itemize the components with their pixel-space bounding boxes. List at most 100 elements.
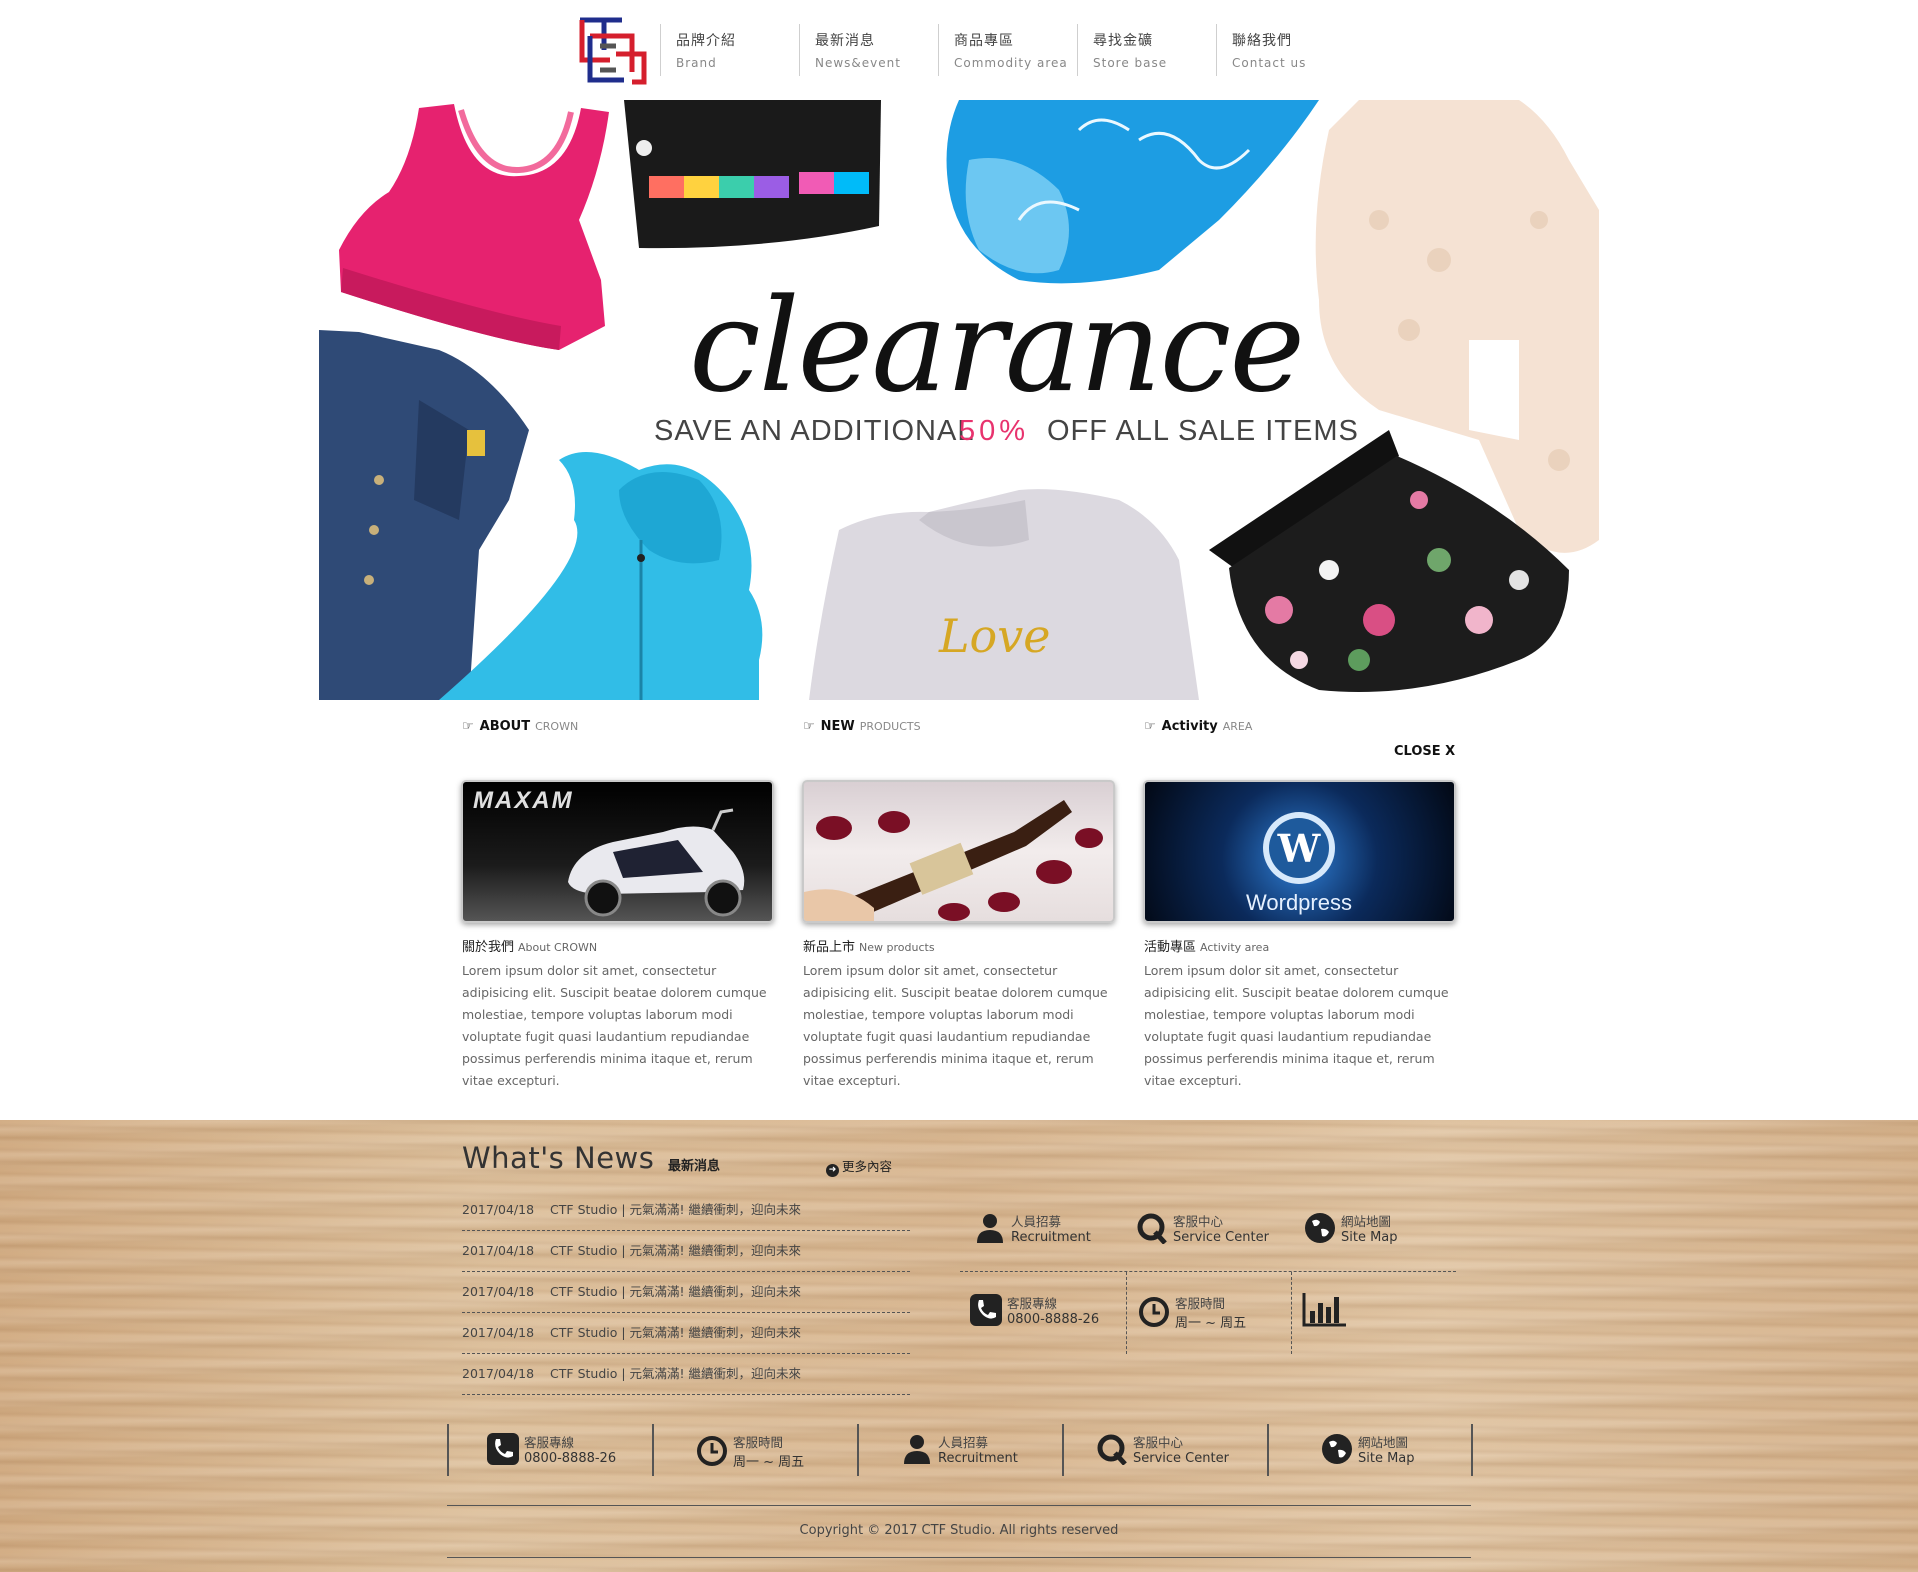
wordpress-caption: Wordpress: [1246, 890, 1352, 915]
card-title-en: About CROWN: [518, 941, 598, 954]
q-icon: [1097, 1434, 1127, 1465]
main-nav: 品牌介紹 Brand 最新消息 News&event 商品專區 Commodit…: [660, 24, 1355, 76]
footer-rule: [447, 1505, 1471, 1506]
grid-divider: [1126, 1272, 1127, 1354]
strip-divider: [1471, 1424, 1473, 1476]
more-news-link[interactable]: ➜ 更多內容: [826, 1156, 892, 1177]
wordpress-logo-icon: W: [1263, 812, 1335, 884]
service-label-zh: 網站地圖: [1358, 1435, 1409, 1450]
service-label-en: Service Center: [1173, 1230, 1269, 1245]
globe-icon: [1305, 1213, 1335, 1243]
svg-text:W: W: [1277, 826, 1322, 871]
column-head-sub: CROWN: [535, 719, 579, 733]
column-new-header[interactable]: ☞ NEW PRODUCTS: [803, 716, 1116, 736]
pink-bra-image: [339, 104, 609, 350]
sweatshirt-love-text: Love: [938, 609, 1050, 663]
about-thumbnail[interactable]: MAXAM: [461, 780, 774, 923]
nav-label-zh: 品牌介紹: [676, 33, 736, 49]
news-text: CTF Studio | 元氣滿滿! 繼續衝刺，迎向未來: [550, 1202, 802, 1217]
news-item[interactable]: 2017/04/18 CTF Studio | 元氣滿滿! 繼續衝刺，迎向未來: [462, 1231, 910, 1272]
card-title-new[interactable]: 新品上市 New products: [803, 936, 935, 955]
service-label-en: 0800-8888-26: [1007, 1312, 1100, 1327]
arrow-right-icon: ➜: [826, 1164, 839, 1177]
maxam-logo-text: MAXAM: [473, 787, 574, 814]
card-title-about[interactable]: 關於我們 About CROWN: [462, 936, 597, 955]
site-header: 品牌介紹 Brand 最新消息 News&event 商品專區 Commodit…: [0, 0, 1918, 100]
news-item[interactable]: 2017/04/18 CTF Studio | 元氣滿滿! 繼續衝刺，迎向未來: [462, 1272, 910, 1313]
news-item[interactable]: 2017/04/18 CTF Studio | 元氣滿滿! 繼續衝刺，迎向未來: [462, 1354, 910, 1395]
service-label-en: Site Map: [1358, 1451, 1415, 1466]
card-text-activity: Lorem ipsum dolor sit amet, consectetur …: [1144, 963, 1449, 1088]
strip-hours[interactable]: 客服時間周一 ~ 周五: [652, 1424, 857, 1476]
strip-sitemap[interactable]: 網站地圖 Site Map: [1267, 1424, 1471, 1476]
sale-text-prefix: SAVE AN ADDITIONAL: [654, 415, 974, 447]
strip-recruitment[interactable]: 人員招募 Recruitment: [857, 1424, 1062, 1476]
nav-label-en: News&event: [815, 56, 901, 70]
activity-thumbnail[interactable]: W Wordpress: [1143, 780, 1456, 923]
person-icon: [977, 1214, 1003, 1243]
news-item[interactable]: 2017/04/18 CTF Studio | 元氣滿滿! 繼續衝刺，迎向未來: [462, 1190, 910, 1231]
card-text-new: Lorem ipsum dolor sit amet, consectetur …: [803, 963, 1108, 1088]
card-title-zh: 新品上市: [803, 940, 856, 955]
nav-label-en: Contact us: [1232, 56, 1307, 70]
nav-item-brand[interactable]: 品牌介紹 Brand: [660, 24, 799, 76]
pointing-hand-icon: ☞: [803, 718, 815, 734]
service-recruitment[interactable]: 人員招募 Recruitment: [974, 1211, 1091, 1245]
clearance-script: clearance: [689, 272, 1303, 421]
service-label-en: 周一 ~ 周五: [733, 1455, 805, 1470]
pointing-hand-icon: ☞: [462, 718, 474, 734]
service-label-zh: 客服時間: [733, 1435, 784, 1450]
blue-dress-image: [946, 100, 1319, 284]
card-title-activity[interactable]: 活動專區 Activity area: [1144, 936, 1269, 955]
service-sitemap[interactable]: 網站地圖 Site Map: [1304, 1211, 1398, 1245]
phone-icon: [970, 1294, 1002, 1326]
service-label-zh: 人員招募: [1011, 1214, 1062, 1229]
news-list: 2017/04/18 CTF Studio | 元氣滿滿! 繼續衝刺，迎向未來 2…: [462, 1190, 910, 1395]
service-stats[interactable]: [1302, 1293, 1351, 1327]
black-shorts-image: [624, 100, 881, 249]
news-date: 2017/04/18: [462, 1284, 535, 1299]
new-products-thumbnail[interactable]: [802, 780, 1115, 923]
pointing-hand-icon: ☞: [1144, 718, 1156, 734]
nav-label-en: Brand: [676, 56, 717, 70]
clock-icon: [697, 1436, 727, 1466]
strip-service-center[interactable]: 客服中心 Service Center: [1062, 1424, 1267, 1476]
close-button[interactable]: CLOSE X: [1394, 744, 1455, 759]
phone-icon: [487, 1433, 519, 1465]
news-text: CTF Studio | 元氣滿滿! 繼續衝刺，迎向未來: [550, 1284, 802, 1299]
service-label-zh: 人員招募: [938, 1435, 989, 1450]
clock-icon: [1139, 1297, 1169, 1327]
nav-item-contact[interactable]: 聯絡我們 Contact us: [1216, 24, 1355, 76]
service-center[interactable]: 客服中心 Service Center: [1136, 1211, 1269, 1245]
nav-label-en: Commodity area: [954, 56, 1068, 70]
column-about-header[interactable]: ☞ ABOUT CROWN: [462, 716, 775, 736]
card-title-en: New products: [859, 941, 935, 954]
service-hotline[interactable]: 客服專線 0800-8888-26: [970, 1293, 1099, 1327]
sale-text-suffix: OFF ALL SALE ITEMS: [1047, 415, 1359, 447]
strip-hotline[interactable]: 客服專線 0800-8888-26: [447, 1424, 652, 1476]
service-label-zh: 客服中心: [1133, 1435, 1184, 1450]
news-text: CTF Studio | 元氣滿滿! 繼續衝刺，迎向未來: [550, 1243, 802, 1258]
grid-divider: [1291, 1272, 1292, 1354]
nav-item-store[interactable]: 尋找金礦 Store base: [1077, 24, 1216, 76]
news-text: CTF Studio | 元氣滿滿! 繼續衝刺，迎向未來: [550, 1366, 802, 1381]
bar-chart-icon: [1302, 1293, 1346, 1327]
brand-logo[interactable]: [576, 14, 648, 86]
news-title-zh: 最新消息: [668, 1159, 721, 1174]
column-activity-header[interactable]: ☞ Activity AREA: [1144, 716, 1457, 736]
hero-banner[interactable]: Love clearance SAVE AN ADDITIONAL 50% OF…: [319, 100, 1599, 700]
service-label-zh: 客服時間: [1175, 1296, 1226, 1311]
service-label-en: Site Map: [1341, 1230, 1398, 1245]
card-title-zh: 活動專區: [1144, 940, 1197, 955]
service-label-zh: 網站地圖: [1341, 1214, 1392, 1229]
news-date: 2017/04/18: [462, 1366, 535, 1381]
news-item[interactable]: 2017/04/18 CTF Studio | 元氣滿滿! 繼續衝刺，迎向未來: [462, 1313, 910, 1354]
service-label-en: Service Center: [1133, 1451, 1229, 1466]
nav-item-news[interactable]: 最新消息 News&event: [799, 24, 938, 76]
nav-item-commodity[interactable]: 商品專區 Commodity area: [938, 24, 1077, 76]
card-title-en: Activity area: [1200, 941, 1270, 954]
column-head-bold: Activity: [1161, 718, 1218, 734]
sale-percent: 50%: [959, 415, 1029, 447]
nav-label-en: Store base: [1093, 56, 1168, 70]
service-hours[interactable]: 客服時間 周一 ~ 周五: [1138, 1293, 1246, 1331]
